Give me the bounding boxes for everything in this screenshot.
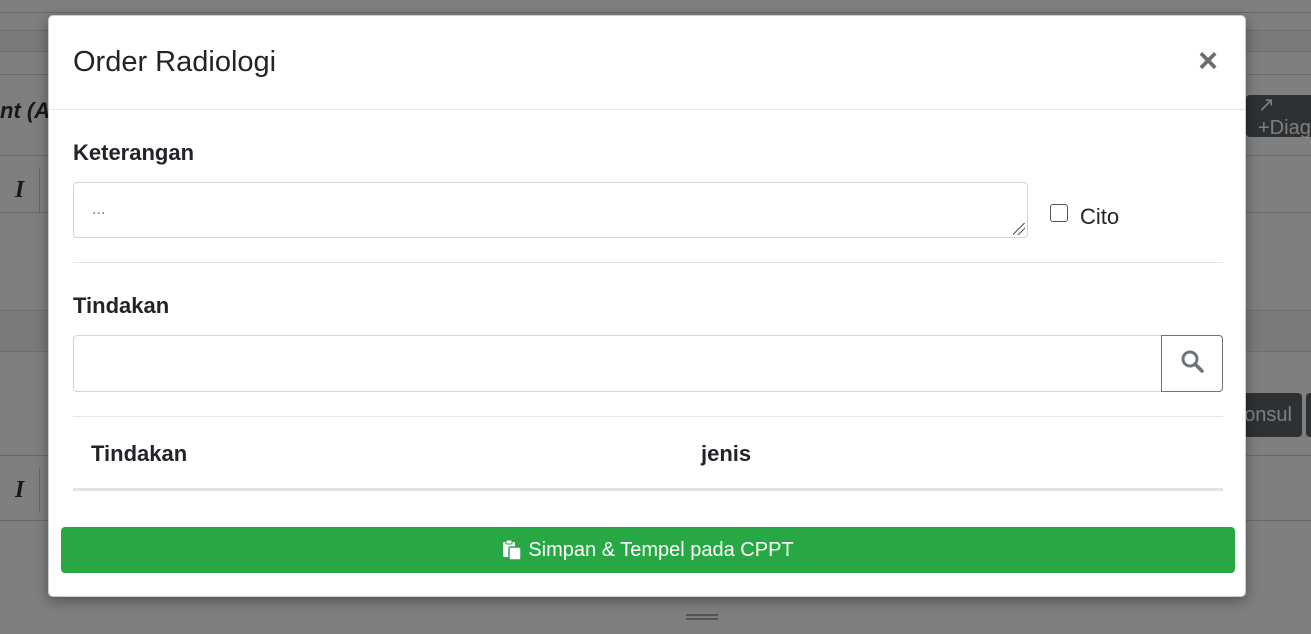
paste-icon <box>502 539 523 561</box>
keterangan-textarea[interactable]: ... <box>73 182 1028 238</box>
modal-header: Order Radiologi × <box>49 16 1245 110</box>
modal-title: Order Radiologi <box>73 46 277 78</box>
save-button-label: Simpan & Tempel pada CPPT <box>528 538 794 561</box>
cito-label[interactable]: Cito <box>1080 204 1119 230</box>
close-button[interactable]: × <box>1193 44 1223 78</box>
tindakan-label: Tindakan <box>73 293 170 318</box>
cito-checkbox[interactable] <box>1050 204 1068 222</box>
cito-checkbox-group[interactable]: Cito <box>1050 200 1119 229</box>
column-header-tindakan: Tindakan <box>91 441 188 466</box>
keterangan-label: Keterangan <box>73 140 195 165</box>
section-divider <box>73 416 1223 417</box>
textarea-resize-grip[interactable] <box>1013 223 1025 235</box>
order-radiologi-modal: Order Radiologi × Keterangan ... Cito Ti… <box>48 15 1246 597</box>
tindakan-search-input[interactable] <box>73 335 1162 392</box>
column-header-jenis: jenis <box>701 441 752 466</box>
table-header-border <box>73 488 1223 491</box>
tindakan-search-group <box>73 335 1223 392</box>
keterangan-placeholder: ... <box>92 201 106 218</box>
save-and-paste-button[interactable]: Simpan & Tempel pada CPPT <box>61 527 1235 573</box>
section-divider <box>73 262 1223 263</box>
search-icon <box>1180 349 1204 378</box>
search-button[interactable] <box>1161 335 1223 392</box>
